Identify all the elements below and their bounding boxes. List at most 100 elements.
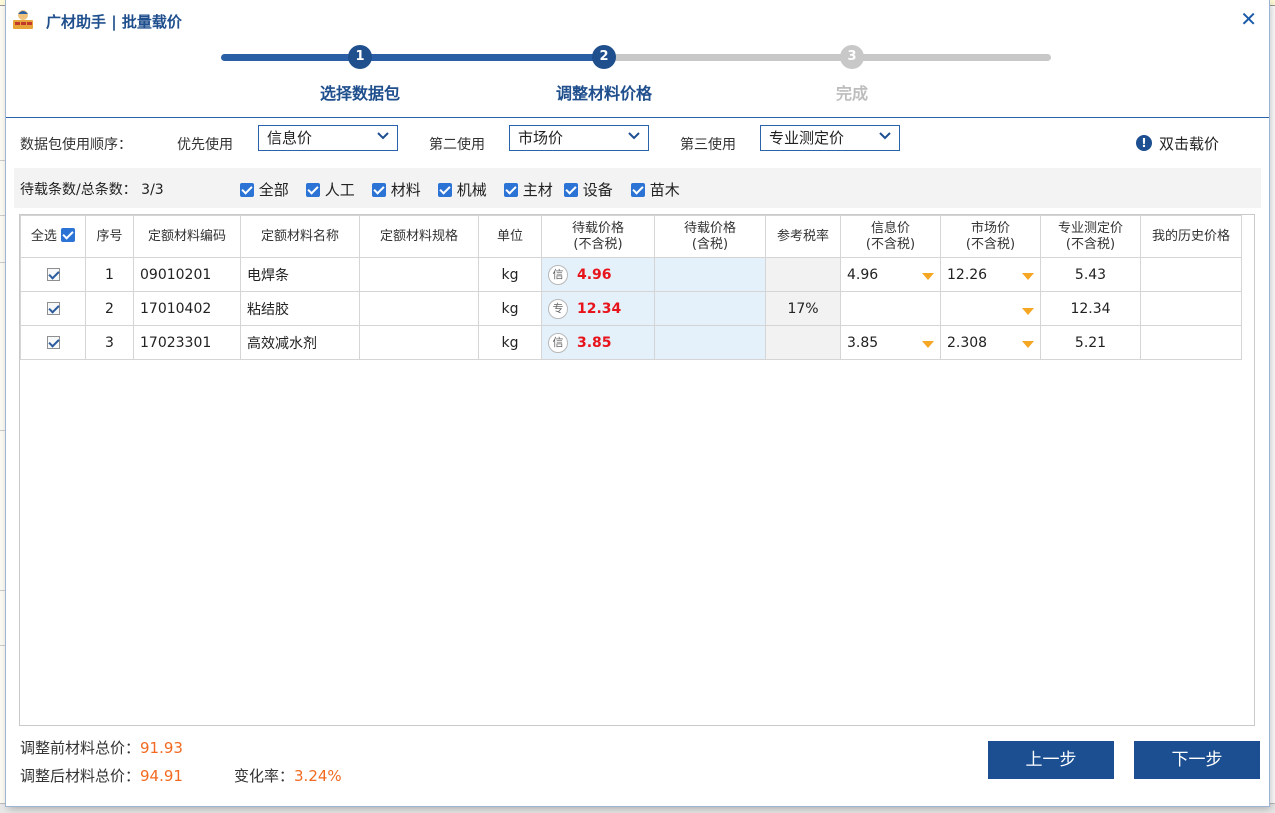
- chevron-down-icon: [879, 132, 891, 140]
- col-history-price[interactable]: 我的历史价格: [1140, 215, 1242, 258]
- total-after-value: 94.91: [140, 767, 183, 785]
- total-before-label: 调整前材料总价：: [20, 739, 141, 757]
- col-name[interactable]: 定额材料名称: [240, 215, 360, 258]
- col-no[interactable]: 序号: [85, 215, 134, 258]
- row-info: 3.85: [847, 334, 879, 351]
- row-market-cell[interactable]: [940, 291, 1041, 326]
- row-checkbox[interactable]: [46, 301, 60, 315]
- table-row[interactable]: 3 17023301 高效减水剂 kg 信 3.85 3.85 2.308 5.2…: [20, 325, 1242, 360]
- col-pending-price-tax[interactable]: 待载价格 (含税): [654, 215, 766, 258]
- table-row[interactable]: 2 17010402 粘结胶 kg 专 12.34 17% 12.34: [20, 291, 1242, 326]
- row-checkbox-cell[interactable]: [20, 257, 86, 292]
- row-no: 1: [85, 257, 134, 292]
- pending-count: 待载条数/总条数： 3/3: [20, 179, 164, 199]
- row-pending-tax[interactable]: [654, 257, 766, 292]
- select-all-header[interactable]: 全选: [20, 215, 86, 258]
- row-tax-rate: 17%: [765, 291, 841, 326]
- row-pro[interactable]: 5.43: [1040, 257, 1141, 292]
- dropdown-triangle-icon[interactable]: [1022, 340, 1034, 348]
- source-badge: 专: [548, 298, 568, 319]
- row-checkbox-cell[interactable]: [20, 291, 86, 326]
- col-unit[interactable]: 单位: [478, 215, 542, 258]
- col-pro-line1: 专业测定价: [1057, 220, 1123, 236]
- col-tax-rate[interactable]: 参考税率: [765, 215, 841, 258]
- filter-all-label: 全部: [258, 181, 289, 199]
- checkbox-checked-icon: [438, 183, 452, 197]
- row-pending-tax[interactable]: [654, 291, 766, 326]
- pending-count-value: 3/3: [141, 182, 164, 198]
- col-pending-tax-line2: (含税): [691, 236, 729, 252]
- prev-step-button[interactable]: 上一步: [988, 741, 1114, 779]
- row-unit: kg: [478, 291, 542, 326]
- row-pending-notax: 3.85: [577, 334, 612, 351]
- dropdown-triangle-icon[interactable]: [1022, 272, 1034, 280]
- row-pending-notax-cell[interactable]: 专 12.34: [541, 291, 655, 326]
- row-info-cell[interactable]: 3.85: [840, 325, 941, 360]
- first-use-select[interactable]: 信息价: [258, 125, 398, 151]
- select-all-label: 全选: [30, 229, 57, 244]
- col-market-price[interactable]: 市场价 (不含税): [940, 215, 1041, 258]
- col-pending-notax-line1: 待载价格: [571, 220, 624, 236]
- table-row[interactable]: 1 09010201 电焊条 kg 信 4.96 4.96 12.26 5.43: [20, 257, 1242, 292]
- row-pro[interactable]: 5.21: [1040, 325, 1141, 360]
- row-info-cell[interactable]: [840, 291, 941, 326]
- row-pending-tax[interactable]: [654, 325, 766, 360]
- dialog-title: 广材助手 | 批量载价: [46, 13, 182, 31]
- row-spec: [359, 257, 479, 292]
- col-code[interactable]: 定额材料编码: [133, 215, 241, 258]
- col-professional-price[interactable]: 专业测定价 (不含税): [1040, 215, 1141, 258]
- row-history[interactable]: [1140, 291, 1242, 326]
- row-name: 粘结胶: [240, 291, 360, 326]
- source-badge: 信: [548, 332, 568, 353]
- change-rate: 变化率：3.24%: [234, 765, 342, 786]
- col-pending-price-notax[interactable]: 待载价格 (不含税): [541, 215, 655, 258]
- order-label: 数据包使用顺序：: [20, 137, 132, 153]
- row-pending-notax-cell[interactable]: 信 3.85: [541, 325, 655, 360]
- filter-all-checkbox[interactable]: 全部: [240, 179, 289, 200]
- third-use-select[interactable]: 专业测定价: [760, 125, 900, 151]
- chevron-down-icon: [628, 132, 640, 140]
- col-info-line1: 信息价: [870, 220, 910, 236]
- batch-load-price-dialog: 广材助手 | 批量载价 ✕ 1 2 3 选择数据包 调整材料价格 完成 数据包使…: [6, 0, 1269, 806]
- filter-machine-label: 机械: [456, 181, 487, 199]
- row-info: 4.96: [847, 266, 879, 283]
- row-market-cell[interactable]: 12.26: [940, 257, 1041, 292]
- table-header-row: 全选 序号 定额材料编码 定额材料名称 定额材料规格 单位 待载价格 (不含税) …: [20, 215, 1242, 258]
- dropdown-triangle-icon[interactable]: [922, 272, 934, 280]
- row-tax-rate: [765, 257, 841, 292]
- select-all-checkbox[interactable]: [61, 228, 76, 242]
- datasource-order-bar: 数据包使用顺序： 优先使用 信息价 第二使用 市场价 第三使用 专业测定价 ! …: [6, 119, 1269, 167]
- row-name: 高效减水剂: [240, 325, 360, 360]
- close-icon[interactable]: ✕: [1240, 8, 1257, 30]
- row-checkbox[interactable]: [46, 267, 60, 281]
- col-market-line1: 市场价: [970, 220, 1010, 236]
- col-info-price[interactable]: 信息价 (不含税): [840, 215, 941, 258]
- dropdown-triangle-icon[interactable]: [1022, 308, 1034, 315]
- step-2-label: 调整材料价格: [555, 84, 652, 103]
- filter-main-material-label: 主材: [522, 181, 553, 199]
- dialog-header: 广材助手 | 批量载价 ✕ 1 2 3 选择数据包 调整材料价格 完成: [6, 0, 1269, 118]
- row-checkbox[interactable]: [46, 335, 60, 349]
- next-step-button[interactable]: 下一步: [1134, 741, 1260, 779]
- material-table: 全选 序号 定额材料编码 定额材料名称 定额材料规格 单位 待载价格 (不含税) …: [20, 215, 1242, 360]
- checkbox-checked-icon: [564, 183, 578, 197]
- row-checkbox-cell[interactable]: [20, 325, 86, 360]
- col-spec[interactable]: 定额材料规格: [359, 215, 479, 258]
- row-info-cell[interactable]: 4.96: [840, 257, 941, 292]
- filter-main-material-checkbox[interactable]: 主材: [504, 179, 553, 200]
- row-history[interactable]: [1140, 257, 1242, 292]
- row-history[interactable]: [1140, 325, 1242, 360]
- pending-count-label: 待载条数/总条数：: [20, 182, 137, 198]
- filter-machine-checkbox[interactable]: 机械: [438, 179, 487, 200]
- filter-material-checkbox[interactable]: 材料: [372, 179, 421, 200]
- row-market-cell[interactable]: 2.308: [940, 325, 1041, 360]
- filter-seedling-checkbox[interactable]: 苗木: [631, 179, 680, 200]
- filter-equipment-checkbox[interactable]: 设备: [564, 179, 613, 200]
- dropdown-triangle-icon[interactable]: [922, 340, 934, 348]
- filter-labor-checkbox[interactable]: 人工: [306, 179, 355, 200]
- row-pro[interactable]: 12.34: [1040, 291, 1141, 326]
- step-1-dot: 1: [348, 45, 372, 69]
- row-pending-notax-cell[interactable]: 信 4.96: [541, 257, 655, 292]
- third-use-value: 专业测定价: [769, 129, 845, 147]
- second-use-select[interactable]: 市场价: [509, 125, 649, 151]
